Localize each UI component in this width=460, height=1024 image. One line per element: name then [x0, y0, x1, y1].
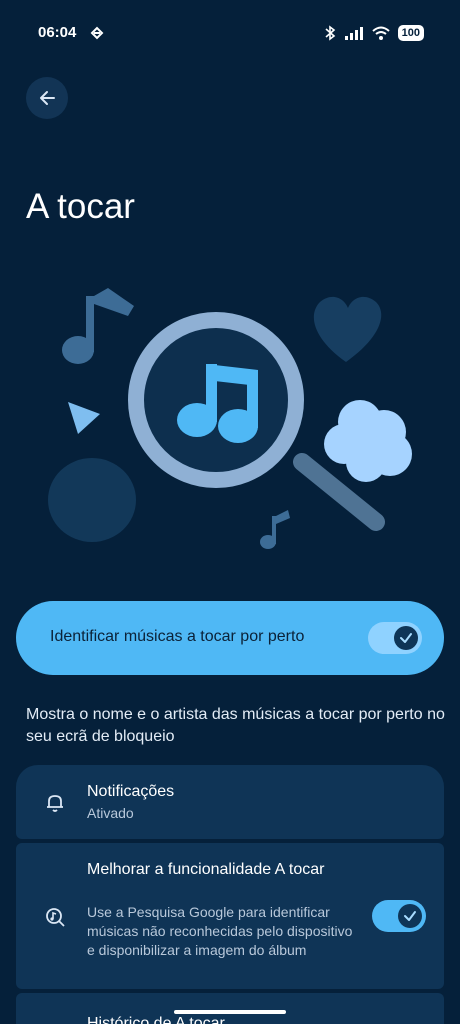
now-playing-illustration — [48, 288, 412, 549]
bell-icon — [47, 795, 63, 812]
improve-now-playing-row[interactable]: Melhorar a funcionalidade A tocar Use a … — [16, 843, 444, 989]
bluetooth-icon — [325, 25, 335, 41]
history-title: Histórico de A tocar — [87, 1015, 225, 1024]
cloud-shape — [324, 400, 412, 482]
play-triangle-shape — [68, 402, 100, 434]
page-title: A tocar — [26, 187, 135, 226]
identify-songs-label: Identificar músicas a tocar por perto — [50, 628, 305, 645]
check-icon — [400, 633, 412, 643]
battery-indicator: 100 — [397, 25, 424, 41]
notifications-title: Notificações — [87, 783, 175, 800]
improve-description: Use a Pesquisa Google para identificar m… — [87, 904, 353, 958]
status-bar: 06:04 100 — [0, 0, 460, 68]
vpn-key-icon — [90, 26, 104, 40]
improve-switch[interactable] — [372, 900, 426, 932]
arrow-left-icon — [40, 91, 55, 105]
status-time: 06:04 — [38, 24, 77, 41]
switch-knob — [394, 626, 418, 650]
notifications-row[interactable]: Notificações Ativado — [16, 765, 444, 839]
notifications-status: Ativado — [87, 805, 134, 821]
status-icons: 100 — [324, 24, 424, 42]
heart-icon — [313, 296, 382, 362]
wifi-icon — [371, 26, 390, 40]
blob-shape — [48, 458, 136, 542]
music-search-icon — [46, 908, 65, 927]
history-row[interactable]: Histórico de A tocar — [16, 993, 444, 1024]
small-music-note-icon — [260, 510, 290, 549]
home-indicator[interactable] — [174, 1010, 286, 1014]
signal-icon — [344, 27, 363, 40]
switch-knob — [398, 904, 422, 928]
music-note-icon — [62, 288, 134, 364]
improve-title: Melhorar a funcionalidade A tocar — [87, 861, 325, 878]
identify-songs-switch[interactable] — [368, 622, 422, 654]
back-button[interactable] — [26, 77, 68, 119]
check-icon — [404, 911, 416, 921]
identify-songs-toggle-row[interactable]: Identificar músicas a tocar por perto — [16, 601, 444, 675]
feature-description: Mostra o nome e o artista das músicas a … — [26, 706, 445, 745]
